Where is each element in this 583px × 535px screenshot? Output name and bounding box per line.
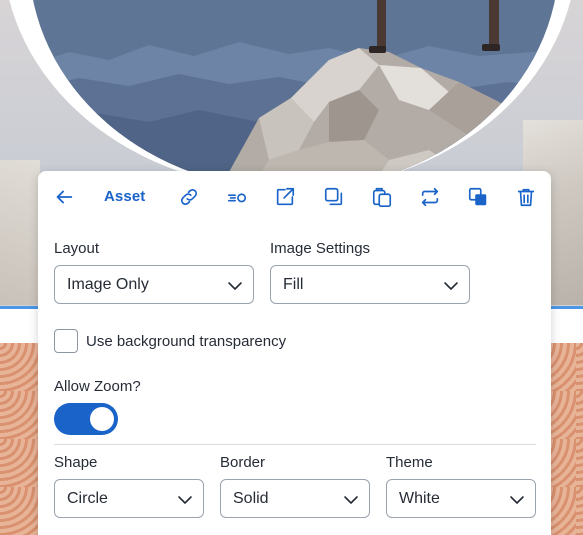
transparency-checkbox[interactable] xyxy=(54,329,78,353)
delete-button[interactable] xyxy=(514,185,538,209)
focal-point-icon xyxy=(227,193,247,203)
external-link-icon xyxy=(276,187,295,206)
link-button[interactable] xyxy=(177,185,201,209)
allow-zoom-label: Allow Zoom? xyxy=(54,378,141,395)
asset-settings-panel: Asset Layout Image Only Image Settings F… xyxy=(38,171,551,535)
section-divider xyxy=(54,444,536,445)
focal-point-button[interactable] xyxy=(225,185,249,209)
trash-icon xyxy=(517,188,535,207)
allow-zoom-toggle[interactable] xyxy=(54,403,118,435)
border-value: Solid xyxy=(233,490,269,507)
swap-icon xyxy=(421,187,439,207)
duplicate-icon xyxy=(324,187,343,206)
layers-icon xyxy=(468,187,487,206)
chevron-down-icon xyxy=(510,496,524,504)
arrange-button[interactable] xyxy=(466,185,490,209)
toolbar-title: Asset xyxy=(104,188,146,205)
asset-toolbar: Asset xyxy=(38,171,551,223)
layout-select[interactable]: Image Only xyxy=(54,265,254,304)
link-icon xyxy=(180,188,198,206)
border-label: Border xyxy=(220,454,266,471)
border-select[interactable]: Solid xyxy=(220,479,370,518)
clipboard-icon xyxy=(372,187,392,207)
replace-button[interactable] xyxy=(418,185,442,209)
layout-value: Image Only xyxy=(67,276,149,293)
paste-button[interactable] xyxy=(370,185,394,209)
back-button[interactable] xyxy=(52,185,76,209)
image-settings-select[interactable]: Fill xyxy=(270,265,470,304)
theme-label: Theme xyxy=(386,454,433,471)
arrow-left-icon xyxy=(56,190,73,204)
layout-label: Layout xyxy=(54,240,100,257)
theme-select[interactable]: White xyxy=(386,479,536,518)
image-settings-label: Image Settings xyxy=(270,240,371,257)
duplicate-button[interactable] xyxy=(322,185,346,209)
image-settings-value: Fill xyxy=(283,276,304,293)
shape-label: Shape xyxy=(54,454,98,471)
shape-select[interactable]: Circle xyxy=(54,479,204,518)
theme-value: White xyxy=(399,490,440,507)
shape-value: Circle xyxy=(67,490,108,507)
chevron-down-icon xyxy=(228,282,242,290)
chevron-down-icon xyxy=(444,282,458,290)
open-external-button[interactable] xyxy=(273,185,297,209)
toggle-knob xyxy=(90,407,114,431)
circular-image[interactable] xyxy=(29,0,559,190)
chevron-down-icon xyxy=(178,496,192,504)
mountain-scene xyxy=(29,0,559,190)
transparency-label[interactable]: Use background transparency xyxy=(86,333,286,350)
chevron-down-icon xyxy=(344,496,358,504)
